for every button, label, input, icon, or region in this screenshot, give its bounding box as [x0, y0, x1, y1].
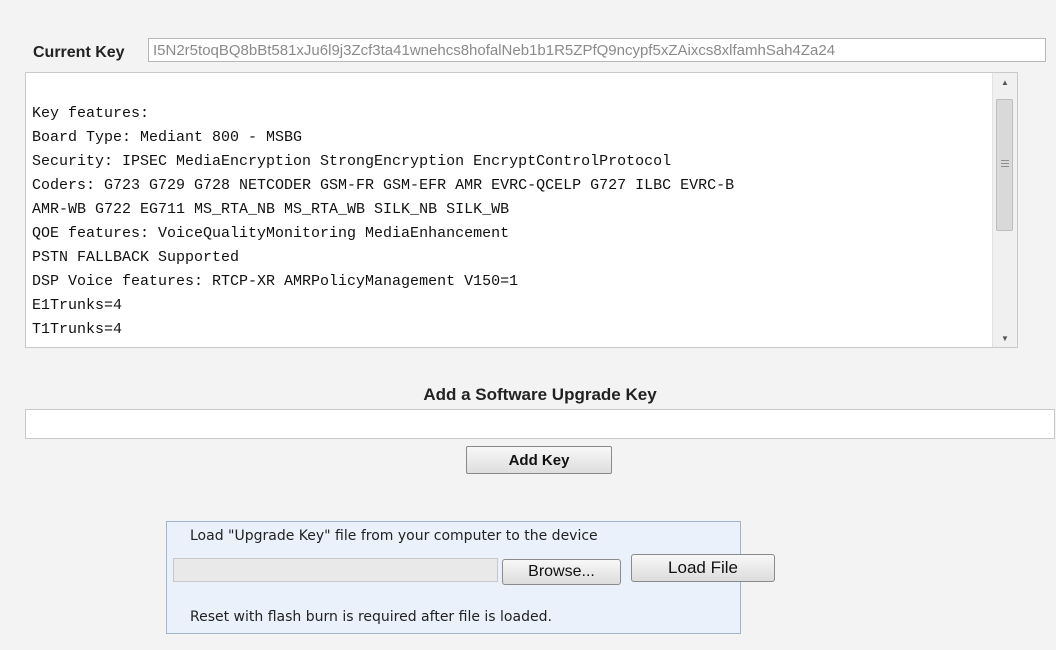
- scroll-down-icon[interactable]: ▼: [993, 329, 1017, 347]
- browse-button[interactable]: Browse...: [502, 559, 621, 585]
- key-features-textarea[interactable]: Key features: Board Type: Mediant 800 - M…: [25, 72, 1018, 348]
- key-feature-line: AMR-WB G722 EG711 MS_RTA_NB MS_RTA_WB SI…: [32, 201, 510, 218]
- key-feature-line: Coders: G723 G729 G728 NETCODER GSM-FR G…: [32, 177, 735, 194]
- key-feature-line: DSP Voice features: RTCP-XR AMRPolicyMan…: [32, 273, 519, 290]
- load-file-panel: Load "Upgrade Key" file from your comput…: [166, 521, 775, 634]
- key-feature-line: QOE features: VoiceQualityMonitoring Med…: [32, 225, 510, 242]
- key-feature-line: Security: IPSEC MediaEncryption StrongEn…: [32, 153, 672, 170]
- load-file-button[interactable]: Load File: [631, 554, 775, 582]
- load-file-description: Load "Upgrade Key" file from your comput…: [190, 528, 598, 544]
- add-key-button[interactable]: Add Key: [466, 446, 612, 474]
- current-key-row: Current Key: [33, 41, 129, 65]
- key-feature-line: Board Type: Mediant 800 - MSBG: [32, 129, 303, 146]
- upgrade-key-title: Add a Software Upgrade Key: [423, 385, 657, 404]
- current-key-label: Current Key: [33, 44, 125, 61]
- grip-icon: [1001, 163, 1009, 164]
- reset-note: Reset with flash burn is required after …: [190, 609, 552, 625]
- vertical-scrollbar[interactable]: ▲ ▼: [992, 73, 1017, 347]
- grip-icon: [1001, 166, 1009, 167]
- key-feature-line: E1Trunks=4: [32, 297, 123, 314]
- scroll-thumb[interactable]: [996, 99, 1013, 231]
- grip-icon: [1001, 160, 1009, 161]
- key-feature-line: Key features:: [32, 105, 150, 122]
- key-feature-line: FXSPorts=8: [32, 342, 992, 347]
- upgrade-key-input[interactable]: [25, 409, 1055, 439]
- key-feature-line: T1Trunks=4: [32, 321, 123, 338]
- key-feature-line: PSTN FALLBACK Supported: [32, 249, 240, 266]
- key-features-text: Key features: Board Type: Mediant 800 - M…: [32, 102, 992, 347]
- current-key-field[interactable]: [148, 38, 1046, 62]
- file-path-field[interactable]: [173, 558, 498, 582]
- scroll-up-icon[interactable]: ▲: [993, 73, 1017, 91]
